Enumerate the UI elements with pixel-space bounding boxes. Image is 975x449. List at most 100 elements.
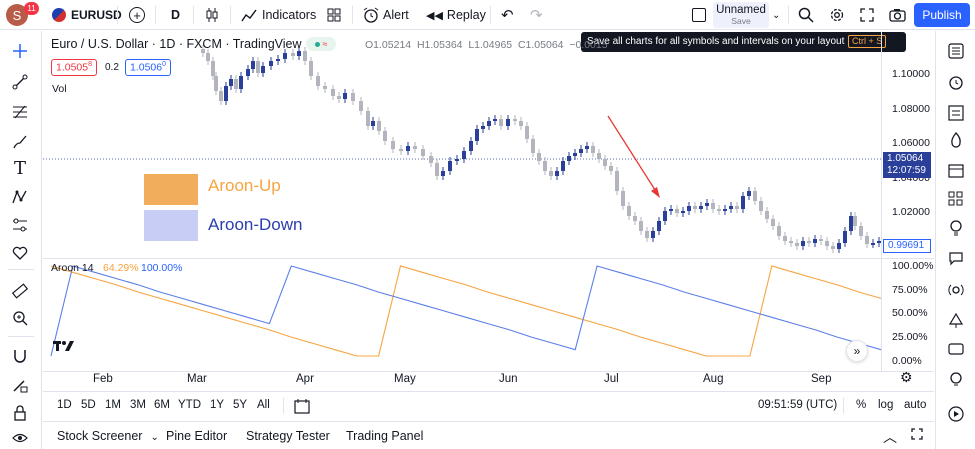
candle-body xyxy=(256,61,260,73)
prediction-tool[interactable] xyxy=(9,214,31,236)
axis-settings-button[interactable]: ⚙ xyxy=(900,369,913,386)
magnet-tool[interactable] xyxy=(9,345,31,367)
percent-scale-toggle[interactable]: % xyxy=(856,399,866,411)
replay-button[interactable]: ◀◀ Replay xyxy=(426,0,486,30)
brush-icon xyxy=(13,135,27,149)
search-button[interactable] xyxy=(798,0,814,30)
snapshot-button[interactable] xyxy=(889,0,906,30)
scroll-to-realtime-button[interactable]: » xyxy=(846,340,868,362)
tab-trading-panel[interactable]: Trading Panel xyxy=(346,429,423,443)
object-tree-button[interactable] xyxy=(945,102,967,124)
settings-button[interactable] xyxy=(829,0,845,30)
publish-button[interactable]: Publish xyxy=(914,3,970,27)
utc-clock[interactable]: 09:51:59 (UTC) xyxy=(758,399,837,411)
streams-button[interactable] xyxy=(945,279,967,301)
tab-strategy-tester[interactable]: Strategy Tester xyxy=(246,429,330,443)
market-status[interactable]: ≈ xyxy=(306,37,336,51)
play-circle-icon xyxy=(948,406,964,422)
layout-menu-chevron[interactable]: ⌄ xyxy=(772,0,780,30)
aroon-up-value: 64.29% xyxy=(103,262,139,274)
chart-pane[interactable]: Euro / U.S. Dollar · 1D · FXCM · Trading… xyxy=(43,31,934,391)
watchlist-button[interactable] xyxy=(945,40,967,62)
pine-button[interactable] xyxy=(945,310,967,332)
auto-scale-toggle[interactable]: auto xyxy=(904,399,926,411)
bulb-tip-icon xyxy=(950,372,962,386)
symbol-search[interactable]: EURUSD xyxy=(52,0,122,30)
drawing-toolbar: T xyxy=(0,31,42,449)
tips-button[interactable] xyxy=(945,368,967,390)
help-button[interactable] xyxy=(945,403,967,425)
chats-button[interactable] xyxy=(945,247,967,269)
fullscreen-button[interactable] xyxy=(860,0,874,30)
chart-type-button[interactable] xyxy=(205,0,219,30)
log-scale-toggle[interactable]: log xyxy=(878,399,893,411)
candle-body xyxy=(729,206,733,209)
lock-tool[interactable] xyxy=(9,402,31,424)
visibility-tool[interactable] xyxy=(9,427,31,449)
chart-title: Euro / U.S. Dollar · 1D · FXCM · Trading… xyxy=(51,37,302,51)
candle-body xyxy=(843,231,847,243)
time-tick: Jul xyxy=(604,373,619,385)
ruler-tool[interactable] xyxy=(9,280,31,302)
undo-button[interactable]: ↶ xyxy=(501,0,514,30)
news-button[interactable] xyxy=(945,188,967,210)
range-5d[interactable]: 5D xyxy=(81,399,96,411)
favorites-tool[interactable] xyxy=(9,242,31,264)
user-avatar[interactable]: S 11 xyxy=(6,0,39,30)
zoom-tool[interactable] xyxy=(9,307,31,329)
pattern-tool[interactable] xyxy=(9,186,31,208)
range-3m[interactable]: 3M xyxy=(130,399,146,411)
goto-date-button[interactable] xyxy=(294,398,310,417)
range-1m[interactable]: 1M xyxy=(105,399,121,411)
compare-symbol-button[interactable]: + xyxy=(129,0,145,30)
messages-button[interactable] xyxy=(945,339,967,361)
bottom-panel-tabs: Stock Screener ⌄ Pine Editor Strategy Tes… xyxy=(43,421,934,449)
layout-checkbox[interactable] xyxy=(692,0,706,30)
range-1y[interactable]: 1Y xyxy=(210,399,224,411)
notification-badge: 11 xyxy=(24,2,39,15)
range-6m[interactable]: 6M xyxy=(154,399,170,411)
range-ytd[interactable]: YTD xyxy=(178,399,201,411)
tab-label: Stock Screener xyxy=(57,429,143,443)
range-5y[interactable]: 5Y xyxy=(233,399,247,411)
layout-name-button[interactable]: Unnamed Save xyxy=(713,2,769,28)
aroon-indicator-label: Aroon 14 xyxy=(51,262,94,274)
alert-button[interactable]: Alert xyxy=(363,0,409,30)
buy-button[interactable]: 1.05060 xyxy=(125,59,172,76)
price-tick: 1.10000 xyxy=(892,68,930,80)
maximize-panel-button[interactable] xyxy=(911,428,923,443)
calendar-button[interactable] xyxy=(945,159,967,181)
candle-body xyxy=(627,206,631,216)
fib-tool[interactable] xyxy=(9,101,31,123)
time-tick: Jun xyxy=(499,373,518,385)
hotlists-button[interactable] xyxy=(945,129,967,151)
tab-pine-editor[interactable]: Pine Editor xyxy=(166,429,227,443)
crosshair-tool[interactable] xyxy=(9,40,31,62)
range-1d[interactable]: 1D xyxy=(57,399,72,411)
pane-divider[interactable] xyxy=(43,258,934,259)
stay-drawing-tool[interactable] xyxy=(9,374,31,396)
ideas-button[interactable] xyxy=(945,217,967,239)
candle-body xyxy=(224,86,228,101)
tab-stock-screener[interactable]: Stock Screener ⌄ xyxy=(57,429,159,443)
sell-button[interactable]: 1.05058 xyxy=(51,59,98,76)
redo-button[interactable]: ↷ xyxy=(530,0,543,30)
pattern-icon xyxy=(12,190,27,204)
tradingview-logo[interactable] xyxy=(53,339,75,357)
price-scale[interactable] xyxy=(881,31,934,371)
interval-button[interactable]: D xyxy=(171,0,180,30)
candle-body xyxy=(837,243,841,249)
indicators-button[interactable]: Indicators xyxy=(241,0,316,30)
text-tool[interactable]: T xyxy=(9,157,31,179)
brush-tool[interactable] xyxy=(9,131,31,153)
candle-body xyxy=(871,243,875,245)
calendar-icon xyxy=(948,164,964,178)
trendline-tool[interactable] xyxy=(9,71,31,93)
range-all[interactable]: All xyxy=(257,399,270,411)
time-tick: Feb xyxy=(93,373,113,385)
layouts-button[interactable] xyxy=(327,0,341,30)
candle-body xyxy=(771,219,775,226)
collapse-panel-button[interactable]: ︿ xyxy=(883,427,897,447)
alerts-panel-button[interactable] xyxy=(945,71,967,93)
candle-body xyxy=(765,211,769,219)
